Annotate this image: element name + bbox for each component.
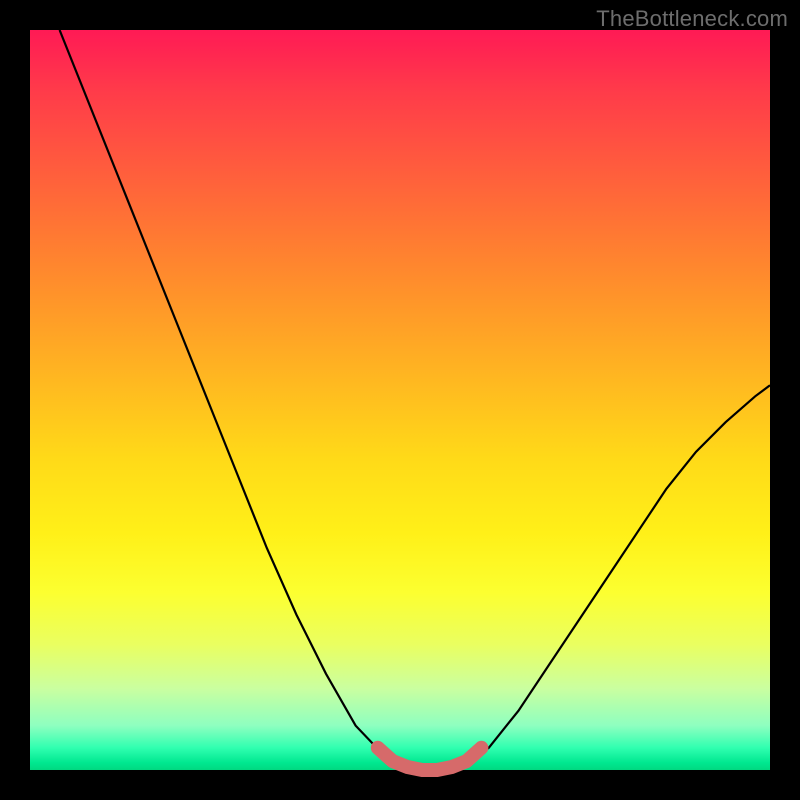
bottleneck-curve [60,30,770,770]
curve-layer [30,30,770,770]
watermark-text: TheBottleneck.com [596,6,788,32]
chart-frame: TheBottleneck.com [0,0,800,800]
optimal-range-marker [378,748,482,770]
plot-area [30,30,770,770]
